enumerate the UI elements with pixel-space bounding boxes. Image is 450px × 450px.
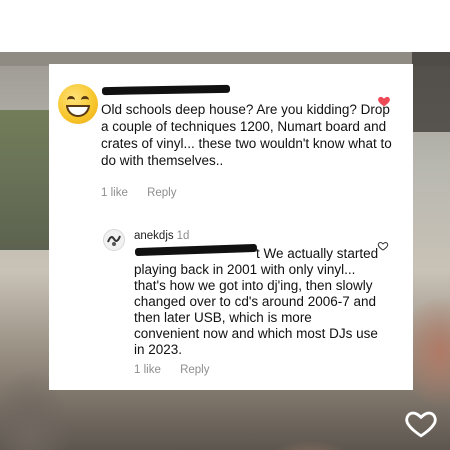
emoji-eye-right xyxy=(81,96,89,104)
reply-reply-link[interactable]: Reply xyxy=(180,364,209,376)
reply-username[interactable]: anekdjs xyxy=(134,230,174,242)
reply-timestamp: 1d xyxy=(176,230,190,242)
reply-text: t We actually started playing back in 20… xyxy=(134,246,379,358)
comment-screenshot-card: Old schools deep house? Are you kidding?… xyxy=(49,64,413,390)
avatar-logo-icon xyxy=(107,235,121,246)
like-heart-icon[interactable] xyxy=(403,406,439,440)
redacted-username xyxy=(101,84,231,96)
reply-username-row: anekdjs 1d xyxy=(134,230,189,242)
reply-meta: 1 like Reply xyxy=(134,364,225,376)
emoji-mouth xyxy=(66,105,90,117)
background-lamp xyxy=(412,52,450,132)
grinning-emoji-avatar[interactable] xyxy=(58,84,98,124)
emoji-eye-left xyxy=(67,96,75,104)
like-count[interactable]: 1 like xyxy=(101,187,128,199)
comment-text: Old schools deep house? Are you kidding?… xyxy=(101,102,392,168)
reply-like-count[interactable]: 1 like xyxy=(134,364,161,376)
reply-text-body: We actually started playing back in 2001… xyxy=(134,246,379,357)
heart-filled-icon[interactable] xyxy=(377,94,391,108)
comment-meta: 1 like Reply xyxy=(101,187,192,199)
avatar[interactable] xyxy=(103,229,125,251)
reply-text-lead: t xyxy=(256,246,260,261)
reply-link[interactable]: Reply xyxy=(147,187,176,199)
background-palm xyxy=(0,110,52,250)
